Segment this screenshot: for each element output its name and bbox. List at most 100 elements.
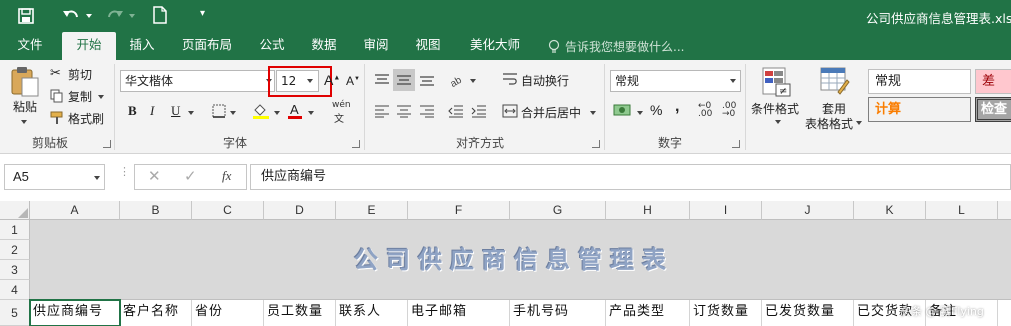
column-header-i[interactable]: I xyxy=(690,201,762,220)
format-as-table-icon[interactable] xyxy=(820,66,850,98)
row-header-5[interactable]: 5 xyxy=(0,300,30,326)
header-cell-j5[interactable]: 已发货数量 xyxy=(762,300,854,326)
header-cell-d5[interactable]: 员工数量 xyxy=(264,300,336,326)
header-cell-g5[interactable]: 手机号码 xyxy=(510,300,606,326)
borders-dropdown-icon[interactable] xyxy=(230,111,236,115)
font-color-dropdown-icon[interactable] xyxy=(308,111,314,115)
column-header-k[interactable]: K xyxy=(854,201,926,220)
column-header-f[interactable]: F xyxy=(408,201,510,220)
enter-icon[interactable]: ✓ xyxy=(184,167,197,185)
tab-beautify[interactable]: 美化大师 xyxy=(462,32,528,60)
increase-decimal-icon[interactable]: ←0.00 xyxy=(698,102,712,119)
undo-icon[interactable] xyxy=(62,7,80,23)
copy-icon[interactable] xyxy=(50,89,64,103)
align-right-icon[interactable] xyxy=(419,104,435,118)
customize-qat-icon[interactable]: ▾ xyxy=(200,8,205,19)
tell-me-search[interactable]: 告诉我您想要做什么... xyxy=(565,38,684,55)
cut-icon[interactable]: ✂ xyxy=(50,66,61,81)
column-header-g[interactable]: G xyxy=(510,201,606,220)
increase-indent-icon[interactable] xyxy=(471,104,487,118)
new-file-icon[interactable] xyxy=(153,6,167,24)
format-painter-button[interactable]: 格式刷 xyxy=(68,110,104,127)
paste-button[interactable]: 粘贴 xyxy=(13,98,37,115)
merge-center-button[interactable]: 合并后居中 xyxy=(521,104,581,121)
borders-icon[interactable] xyxy=(212,104,226,118)
column-header-j[interactable]: J xyxy=(762,201,854,220)
percent-style-button[interactable]: % xyxy=(650,102,662,118)
number-launcher-icon[interactable] xyxy=(732,140,740,148)
orientation-dropdown-icon[interactable] xyxy=(470,79,476,83)
merge-center-icon[interactable] xyxy=(502,104,518,118)
fill-color-icon[interactable] xyxy=(252,102,270,120)
font-color-icon[interactable]: A xyxy=(287,102,303,120)
column-header-a[interactable]: A xyxy=(30,201,120,220)
header-cell-h5[interactable]: 产品类型 xyxy=(606,300,690,326)
paste-dropdown-icon[interactable] xyxy=(21,120,27,124)
redo-icon[interactable] xyxy=(106,7,124,23)
alignment-launcher-icon[interactable] xyxy=(592,140,600,148)
accounting-format-icon[interactable] xyxy=(613,102,633,118)
column-header-h[interactable]: H xyxy=(606,201,690,220)
name-box-dropdown-icon[interactable] xyxy=(94,176,100,180)
header-cell-b5[interactable]: 客户名称 xyxy=(120,300,192,326)
align-left-icon[interactable] xyxy=(374,104,390,118)
column-header-m[interactable] xyxy=(998,201,1011,220)
decrease-font-size-icon[interactable]: A▼ xyxy=(346,74,360,88)
font-name-combo[interactable]: 华文楷体 xyxy=(120,70,275,92)
orientation-icon[interactable]: ab xyxy=(449,71,467,87)
undo-dropdown-icon[interactable] xyxy=(86,14,92,18)
underline-dropdown-icon[interactable] xyxy=(188,111,194,115)
title-merged-cell[interactable]: 公司供应商信息管理表 xyxy=(30,220,1011,300)
formula-input[interactable]: 供应商编号 xyxy=(250,164,1011,190)
worksheet-grid[interactable]: A B C D E F G H I J K L 1 2 3 4 5 公司供应商信… xyxy=(0,201,1011,326)
clipboard-launcher-icon[interactable] xyxy=(103,140,111,148)
cancel-icon[interactable]: ✕ xyxy=(148,167,161,185)
tab-view[interactable]: 视图 xyxy=(406,32,450,60)
merge-dropdown-icon[interactable] xyxy=(590,111,596,115)
save-icon[interactable] xyxy=(18,8,34,24)
column-header-c[interactable]: C xyxy=(192,201,264,220)
conditional-formatting-icon[interactable]: ≠ xyxy=(762,66,792,98)
tab-file[interactable]: 文件 xyxy=(8,32,52,60)
italic-button[interactable]: I xyxy=(150,103,154,119)
number-format-combo[interactable]: 常规 xyxy=(610,70,741,92)
header-cell-e5[interactable]: 联系人 xyxy=(336,300,408,326)
header-cell-c5[interactable]: 省份 xyxy=(192,300,264,326)
column-header-b[interactable]: B xyxy=(120,201,192,220)
align-top-icon[interactable] xyxy=(374,73,390,87)
decrease-indent-icon[interactable] xyxy=(448,104,464,118)
format-as-table-label-2[interactable]: 表格格式 xyxy=(805,115,853,132)
wrap-text-icon[interactable] xyxy=(502,71,518,87)
tab-insert[interactable]: 插入 xyxy=(120,32,164,60)
conditional-dropdown-icon[interactable] xyxy=(775,120,781,124)
row-header-3[interactable]: 3 xyxy=(0,260,30,280)
bold-button[interactable]: B xyxy=(128,103,137,119)
underline-button[interactable]: U xyxy=(171,103,180,119)
style-calculation[interactable]: 计算 xyxy=(868,97,971,122)
copy-dropdown-icon[interactable] xyxy=(98,95,104,99)
format-painter-icon[interactable] xyxy=(50,111,64,125)
accounting-dropdown-icon[interactable] xyxy=(637,111,643,115)
column-header-l[interactable]: L xyxy=(926,201,998,220)
align-bottom-icon[interactable] xyxy=(419,73,435,87)
tab-home[interactable]: 开始 xyxy=(62,32,116,60)
copy-button[interactable]: 复制 xyxy=(68,88,92,105)
row-header-4[interactable]: 4 xyxy=(0,280,30,300)
wrap-text-button[interactable]: 自动换行 xyxy=(521,72,569,89)
fill-color-dropdown-icon[interactable] xyxy=(274,111,280,115)
header-cell-f5[interactable]: 电子邮箱 xyxy=(408,300,510,326)
style-bad[interactable]: 差 xyxy=(975,69,1011,94)
column-header-e[interactable]: E xyxy=(336,201,408,220)
column-header-d[interactable]: D xyxy=(264,201,336,220)
increase-font-size-icon[interactable]: A▲ xyxy=(324,72,340,88)
row-header-1[interactable]: 1 xyxy=(0,220,30,240)
format-as-table-dropdown-icon[interactable] xyxy=(856,121,862,125)
cut-button[interactable]: 剪切 xyxy=(68,66,92,83)
redo-dropdown-icon[interactable] xyxy=(129,14,135,18)
phonetic-guide-button[interactable]: wén xyxy=(332,100,351,110)
name-box[interactable]: A5 xyxy=(4,164,105,190)
tab-data[interactable]: 数据 xyxy=(302,32,346,60)
insert-function-icon[interactable]: fx xyxy=(222,168,231,184)
conditional-formatting-button[interactable]: 条件格式 xyxy=(751,100,799,117)
header-cell-i5[interactable]: 订货数量 xyxy=(690,300,762,326)
